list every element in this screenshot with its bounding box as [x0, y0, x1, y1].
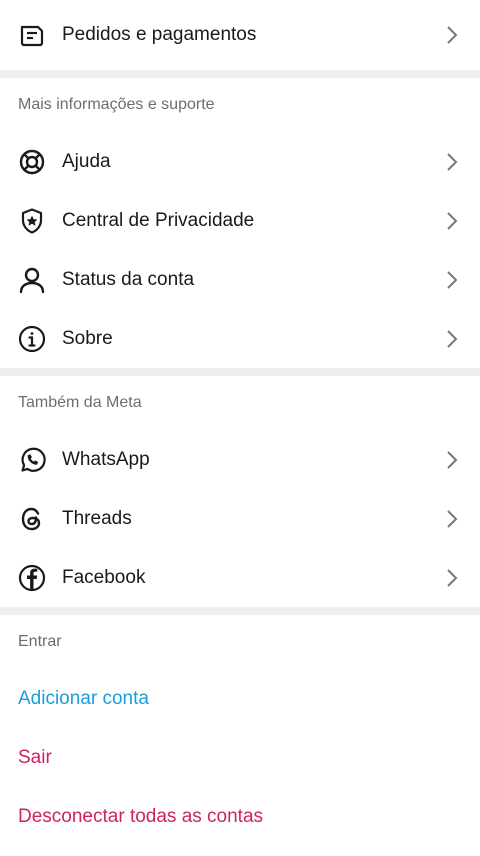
chevron-right-icon	[444, 329, 460, 349]
orders-section: Pedidos e pagamentos	[0, 0, 480, 70]
help-item[interactable]: Ajuda	[0, 132, 480, 191]
account-status-item[interactable]: Status da conta	[0, 250, 480, 309]
chevron-right-icon	[444, 568, 460, 588]
orders-payments-item[interactable]: Pedidos e pagamentos	[0, 0, 480, 70]
support-header: Mais informações e suporte	[18, 96, 215, 113]
facebook-item[interactable]: Facebook	[0, 548, 480, 607]
section-divider	[0, 70, 480, 78]
facebook-icon	[18, 564, 46, 592]
chevron-right-icon	[444, 211, 460, 231]
about-item[interactable]: Sobre	[0, 309, 480, 368]
whatsapp-item[interactable]: WhatsApp	[0, 430, 480, 489]
orders-payments-label: Pedidos e pagamentos	[62, 24, 257, 45]
shield-star-icon	[18, 207, 46, 235]
login-section: Entrar Adicionar conta Sair Desconectar …	[0, 615, 480, 846]
account-status-label: Status da conta	[62, 268, 195, 290]
info-icon	[18, 325, 46, 353]
threads-item[interactable]: Threads	[0, 489, 480, 548]
login-header: Entrar	[18, 633, 62, 650]
privacy-center-item[interactable]: Central de Privacidade	[0, 191, 480, 250]
whatsapp-label: WhatsApp	[62, 448, 150, 470]
lifebuoy-icon	[18, 148, 46, 176]
support-section: Mais informações e suporte Ajuda Central…	[0, 78, 480, 368]
threads-label: Threads	[62, 507, 132, 529]
threads-icon	[18, 505, 46, 533]
chevron-right-icon	[444, 270, 460, 290]
section-divider	[0, 368, 480, 376]
logout-button[interactable]: Sair	[0, 728, 480, 787]
about-label: Sobre	[62, 327, 113, 349]
whatsapp-icon	[18, 446, 46, 474]
chevron-right-icon	[444, 152, 460, 172]
orders-icon	[18, 21, 46, 49]
chevron-right-icon	[444, 25, 460, 45]
add-account-button[interactable]: Adicionar conta	[0, 669, 480, 728]
meta-section: Também da Meta WhatsApp Threads Facebook	[0, 376, 480, 607]
meta-header: Também da Meta	[18, 394, 142, 411]
person-icon	[18, 266, 46, 294]
privacy-center-label: Central de Privacidade	[62, 209, 255, 231]
help-label: Ajuda	[62, 150, 111, 172]
chevron-right-icon	[444, 509, 460, 529]
logout-all-button[interactable]: Desconectar todas as contas	[0, 787, 480, 846]
facebook-label: Facebook	[62, 566, 146, 588]
chevron-right-icon	[444, 450, 460, 470]
section-divider	[0, 607, 480, 615]
